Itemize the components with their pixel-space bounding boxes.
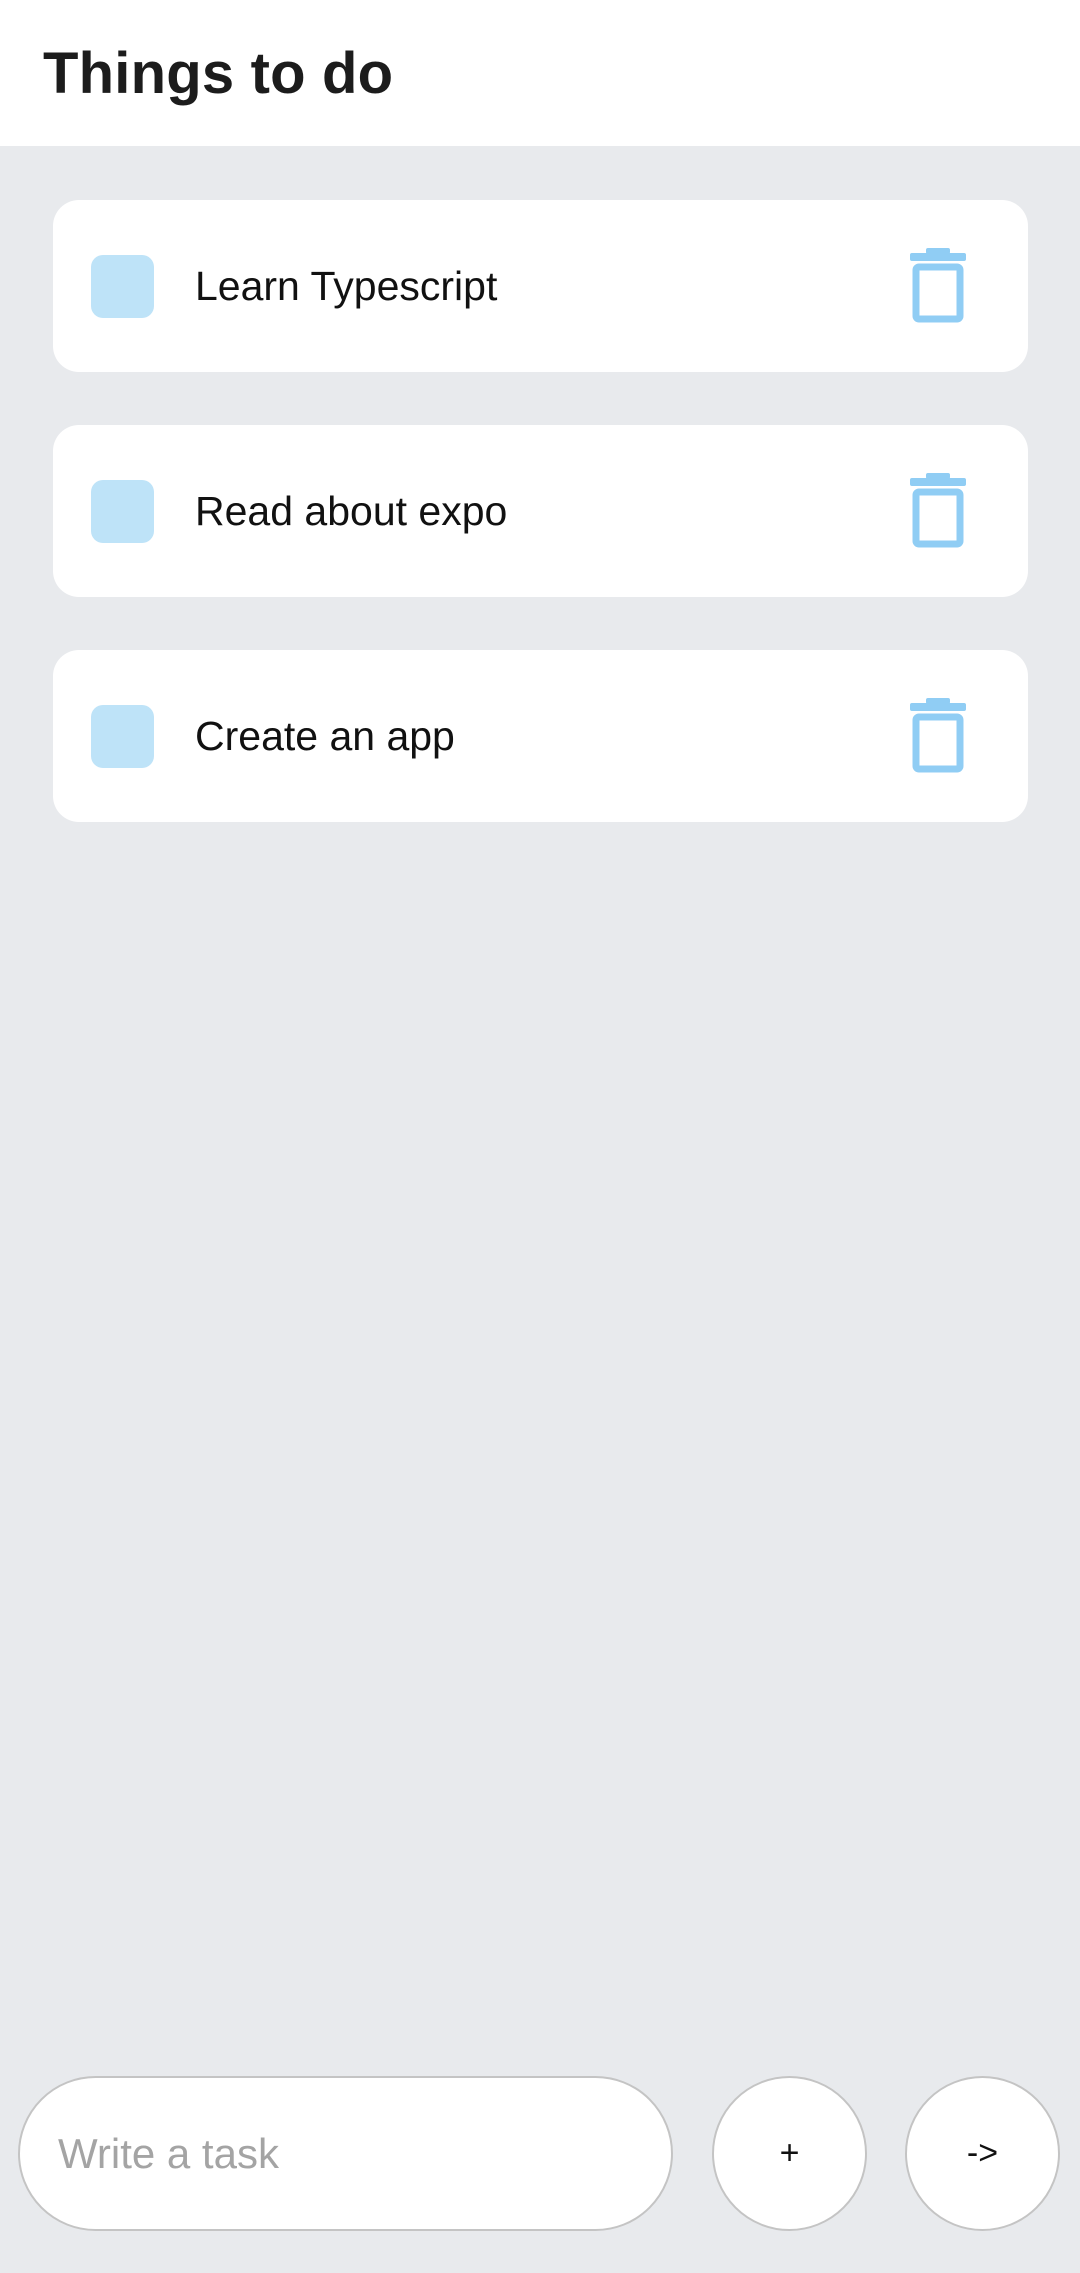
task-checkbox[interactable] xyxy=(91,480,154,543)
task-input[interactable] xyxy=(18,2076,673,2231)
delete-task-button[interactable] xyxy=(910,698,966,773)
delete-task-button[interactable] xyxy=(910,473,966,548)
page-title: Things to do xyxy=(43,41,394,106)
task-item: Learn Typescript xyxy=(53,200,1028,372)
task-list: Learn Typescript Read about expo Create … xyxy=(53,200,1028,875)
task-label: Learn Typescript xyxy=(195,263,498,309)
next-button[interactable]: -> xyxy=(905,2076,1060,2231)
task-checkbox[interactable] xyxy=(91,705,154,768)
trash-icon xyxy=(910,248,966,323)
trash-icon xyxy=(910,698,966,773)
task-item: Read about expo xyxy=(53,425,1028,597)
task-checkbox[interactable] xyxy=(91,255,154,318)
delete-task-button[interactable] xyxy=(910,248,966,323)
task-input-bar: + -> xyxy=(0,2076,1080,2233)
task-label: Create an app xyxy=(195,713,455,759)
add-task-button[interactable]: + xyxy=(712,2076,867,2231)
task-label: Read about expo xyxy=(195,488,508,534)
app-header: Things to do xyxy=(0,0,1080,146)
task-item: Create an app xyxy=(53,650,1028,822)
trash-icon xyxy=(910,473,966,548)
